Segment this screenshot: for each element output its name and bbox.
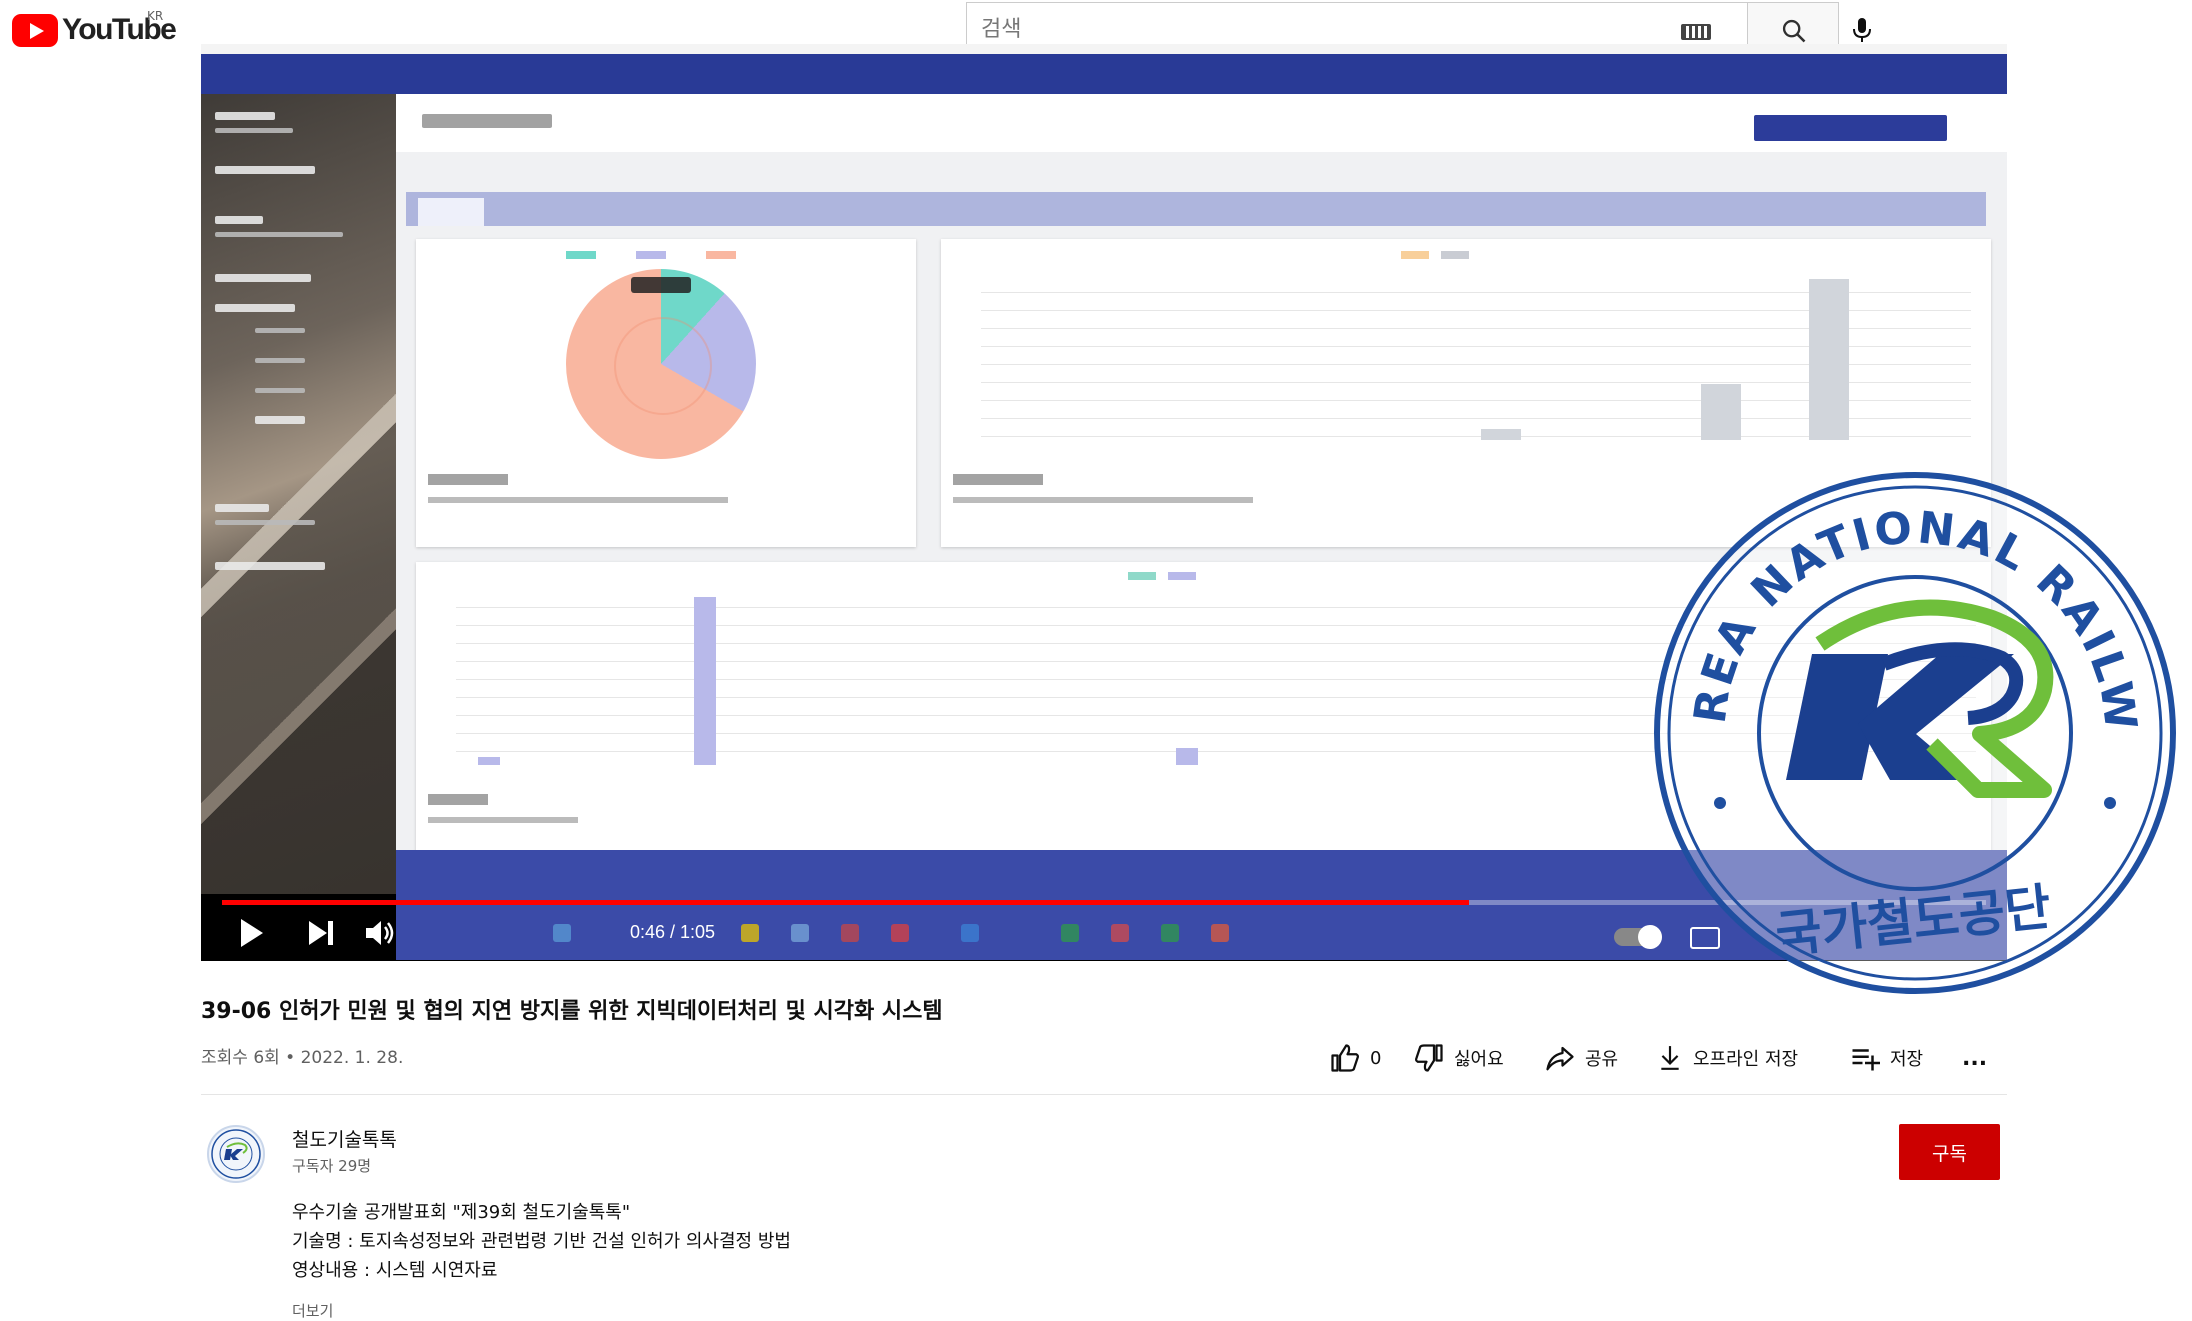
time-display: 0:46 / 1:05 <box>630 922 716 942</box>
share-icon <box>1546 1046 1574 1071</box>
description-line: 우수기술 공개발표회 "제39회 철도기술톡톡" <box>292 1202 631 1223</box>
search-icon <box>1782 19 1806 43</box>
next-button[interactable] <box>307 913 335 953</box>
channel-name[interactable]: 철도기술톡톡 <box>292 1125 397 1152</box>
skip-next-icon <box>309 921 333 945</box>
subscribe-button[interactable]: 구독 <box>1899 1124 2000 1180</box>
video-title: 39-06 인허가 민원 및 협의 지연 방지를 위한 지빅데이터처리 및 시각… <box>201 999 943 1024</box>
download-label: 오프라인 저장 <box>1693 1049 1799 1070</box>
more-actions-label: ... <box>1962 1045 1988 1071</box>
share-button[interactable]: 공유 <box>1545 1040 1618 1076</box>
divider <box>201 1094 2007 1095</box>
kr-logo-icon <box>211 1129 261 1179</box>
description-line: 기술명 : 토지속성정보와 관련법령 기반 건설 인허가 의사결정 방법 <box>292 1231 791 1252</box>
thumbs-down-icon <box>1414 1044 1443 1072</box>
save-label: 저장 <box>1890 1049 1924 1070</box>
show-more-button[interactable]: 더보기 <box>292 1300 333 1321</box>
download-button[interactable]: 오프라인 저장 <box>1657 1040 1798 1076</box>
keyboard-icon[interactable] <box>1681 24 1711 40</box>
channel-avatar[interactable] <box>207 1125 265 1183</box>
save-button[interactable]: 저장 <box>1850 1040 1923 1076</box>
progress-played <box>222 900 1470 905</box>
description-line: 영상내용 : 시스템 시연자료 <box>292 1260 498 1281</box>
like-count: 0 <box>1370 1047 1382 1069</box>
play-button[interactable] <box>239 913 265 953</box>
dislike-label: 싫어요 <box>1454 1049 1504 1070</box>
thumbs-up-icon <box>1331 1044 1360 1072</box>
dislike-button[interactable]: 싫어요 <box>1414 1040 1504 1076</box>
korea-national-railway-stamp: KOREA NATIONAL RAILWAY 국가철도공단 <box>1652 468 2176 994</box>
download-icon <box>1661 1046 1679 1070</box>
play-icon <box>241 919 263 947</box>
share-label: 공유 <box>1585 1049 1619 1070</box>
playlist-add-icon <box>1852 1049 1880 1071</box>
video-app-sidebar <box>201 94 396 894</box>
volume-button[interactable] <box>364 913 398 953</box>
video-meta: 조회수 6회 • 2022. 1. 28. <box>201 1048 404 1068</box>
more-actions-button[interactable]: ... <box>1962 1040 1987 1076</box>
search-input[interactable] <box>981 11 1621 47</box>
video-app-titlebar <box>201 44 2007 94</box>
youtube-watch-page: { "masthead": { "logo_text": "YouTube", … <box>0 0 2192 1321</box>
microphone-icon <box>1853 18 1871 42</box>
volume-icon <box>366 921 394 945</box>
play-logo-icon <box>12 13 58 47</box>
region-code: KR <box>147 9 164 23</box>
like-button[interactable]: 0 <box>1330 1040 1381 1076</box>
subscriber-count: 구독자 29명 <box>292 1157 372 1175</box>
